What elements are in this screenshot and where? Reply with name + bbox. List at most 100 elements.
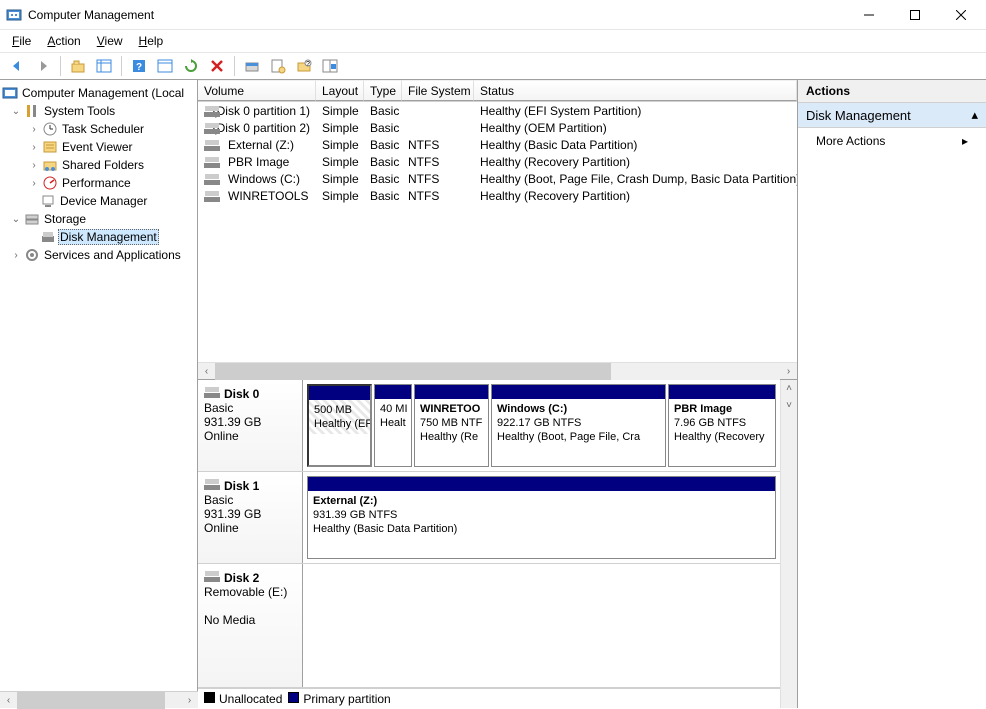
menu-bar: File Action View Help <box>0 30 986 52</box>
volume-icon <box>204 105 205 117</box>
scroll-up-icon[interactable]: ˄ <box>781 380 797 397</box>
volume-list: (Disk 0 partition 1)SimpleBasicHealthy (… <box>198 102 797 362</box>
partition-external-z[interactable]: External (Z:)931.39 GB NTFSHealthy (Basi… <box>307 476 776 559</box>
volume-row[interactable]: External (Z:)SimpleBasicNTFSHealthy (Bas… <box>198 136 797 153</box>
show-hide-tree-button[interactable] <box>93 55 115 77</box>
tree-services-apps[interactable]: › Services and Applications <box>0 246 197 264</box>
collapse-up-icon: ▴ <box>971 107 978 123</box>
volume-icon <box>204 139 220 151</box>
menu-file[interactable]: File <box>6 32 37 50</box>
expand-icon[interactable]: › <box>28 178 40 189</box>
scroll-right-icon[interactable]: › <box>780 363 797 380</box>
expand-icon[interactable]: › <box>28 160 40 171</box>
up-button[interactable] <box>67 55 89 77</box>
volume-icon <box>204 156 220 168</box>
title-bar: Computer Management <box>0 0 986 30</box>
folder-share-icon <box>42 157 58 173</box>
scroll-down-icon[interactable]: ˅ <box>781 397 797 414</box>
tree-system-tools[interactable]: ⌄ System Tools <box>0 102 197 120</box>
tree-event-viewer[interactable]: › Event Viewer <box>0 138 197 156</box>
menu-action[interactable]: Action <box>41 32 86 50</box>
expand-icon[interactable]: › <box>28 142 40 153</box>
partition-windows-c[interactable]: Windows (C:)922.17 GB NTFSHealthy (Boot,… <box>491 384 666 467</box>
maximize-button[interactable] <box>892 1 938 29</box>
disk-row-1: Disk 1 Basic 931.39 GB Online External (… <box>198 472 780 564</box>
collapse-icon[interactable]: ⌄ <box>10 214 22 225</box>
help-button[interactable]: ? <box>128 55 150 77</box>
legend-unallocated: Unallocated <box>204 692 282 706</box>
tree-shared-folders[interactable]: › Shared Folders <box>0 156 197 174</box>
scroll-right-icon[interactable]: › <box>181 692 198 708</box>
tool-icon-2[interactable] <box>267 55 289 77</box>
tree-disk-management[interactable]: Disk Management <box>0 228 197 246</box>
tree-device-manager[interactable]: Device Manager <box>0 192 197 210</box>
volume-row[interactable]: (Disk 0 partition 2)SimpleBasicHealthy (… <box>198 119 797 136</box>
disk-mgmt-icon <box>40 229 56 245</box>
storage-icon <box>24 211 40 227</box>
graphical-vscrollbar[interactable]: ˄ ˅ <box>780 380 797 708</box>
console-tree: Computer Management (Local ⌄ System Tool… <box>0 80 198 708</box>
col-layout[interactable]: Layout <box>316 80 364 101</box>
window-title: Computer Management <box>28 8 154 22</box>
tool-icon-4[interactable] <box>319 55 341 77</box>
disk-icon <box>204 570 220 582</box>
computer-icon <box>2 85 18 101</box>
back-button[interactable] <box>6 55 28 77</box>
col-volume[interactable]: Volume <box>198 80 316 101</box>
col-type[interactable]: Type <box>364 80 402 101</box>
volume-icon <box>204 173 220 185</box>
tool-icon-3[interactable]: ? <box>293 55 315 77</box>
app-icon <box>6 7 22 23</box>
legend-primary: Primary partition <box>288 692 390 706</box>
disk-header-2[interactable]: Disk 2 Removable (E:) No Media <box>198 564 303 687</box>
volume-hscrollbar[interactable]: ‹ › <box>198 362 797 379</box>
volume-row[interactable]: PBR ImageSimpleBasicNTFSHealthy (Recover… <box>198 153 797 170</box>
tree-hscrollbar[interactable]: ‹ › <box>0 691 198 708</box>
volume-row[interactable]: WINRETOOLSSimpleBasicNTFSHealthy (Recove… <box>198 187 797 204</box>
actions-header: Actions <box>798 80 986 103</box>
svg-text:?: ? <box>136 62 142 73</box>
tree-task-scheduler[interactable]: › Task Scheduler <box>0 120 197 138</box>
svg-text:?: ? <box>306 61 310 68</box>
partition-disk0-p2[interactable]: 40 MIHealt <box>374 384 412 467</box>
actions-more[interactable]: More Actions ▸ <box>798 128 986 154</box>
col-status[interactable]: Status <box>474 80 797 101</box>
refresh-button[interactable] <box>180 55 202 77</box>
tree-storage[interactable]: ⌄ Storage <box>0 210 197 228</box>
event-icon <box>42 139 58 155</box>
col-filesystem[interactable]: File System <box>402 80 474 101</box>
minimize-button[interactable] <box>846 1 892 29</box>
collapse-icon[interactable]: ⌄ <box>10 106 22 117</box>
main-content: Computer Management (Local ⌄ System Tool… <box>0 80 986 708</box>
expand-icon[interactable]: › <box>28 124 40 135</box>
properties-button[interactable] <box>154 55 176 77</box>
actions-pane: Actions Disk Management ▴ More Actions ▸ <box>798 80 986 708</box>
disk-header-0[interactable]: Disk 0 Basic 931.39 GB Online <box>198 380 303 471</box>
scroll-left-icon[interactable]: ‹ <box>198 363 215 380</box>
tools-icon <box>24 103 40 119</box>
volume-icon <box>204 190 220 202</box>
scroll-left-icon[interactable]: ‹ <box>0 692 17 708</box>
actions-selected[interactable]: Disk Management ▴ <box>798 103 986 128</box>
tool-icon-1[interactable] <box>241 55 263 77</box>
tree-performance[interactable]: › Performance <box>0 174 197 192</box>
delete-button[interactable] <box>206 55 228 77</box>
partition-winretools[interactable]: WINRETOO750 MB NTFHealthy (Re <box>414 384 489 467</box>
partition-pbr-image[interactable]: PBR Image7.96 GB NTFSHealthy (Recovery <box>668 384 776 467</box>
tree-root[interactable]: Computer Management (Local <box>0 84 197 102</box>
toolbar: ? ? <box>0 52 986 80</box>
disk-row-2: Disk 2 Removable (E:) No Media <box>198 564 780 688</box>
volume-icon <box>204 122 205 134</box>
close-button[interactable] <box>938 1 984 29</box>
partition-disk0-p1[interactable]: 500 MBHealthy (EF <box>307 384 372 467</box>
volume-row[interactable]: (Disk 0 partition 1)SimpleBasicHealthy (… <box>198 102 797 119</box>
volume-row[interactable]: Windows (C:)SimpleBasicNTFSHealthy (Boot… <box>198 170 797 187</box>
menu-view[interactable]: View <box>91 32 129 50</box>
legend: Unallocated Primary partition <box>198 688 780 708</box>
expand-icon[interactable]: › <box>10 250 22 261</box>
forward-button[interactable] <box>32 55 54 77</box>
disk-icon <box>204 386 220 398</box>
disk-header-1[interactable]: Disk 1 Basic 931.39 GB Online <box>198 472 303 563</box>
chevron-right-icon: ▸ <box>962 134 968 148</box>
menu-help[interactable]: Help <box>133 32 170 50</box>
